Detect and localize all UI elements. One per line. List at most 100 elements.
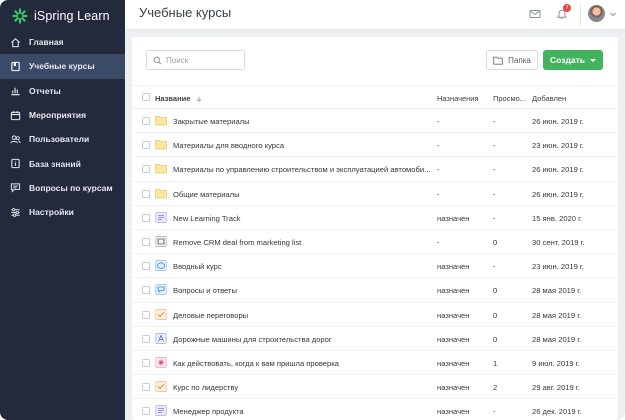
- sidebar-item-label: Главная: [29, 37, 64, 48]
- row-views: -: [493, 407, 496, 417]
- table-row[interactable]: Деловые переговоры назначен 0 28 мая 201…: [132, 303, 618, 327]
- row-name[interactable]: Remove CRM deal from marketing list: [173, 238, 435, 247]
- column-assignments[interactable]: Назначения: [437, 94, 479, 103]
- column-views[interactable]: Просмо...: [493, 94, 526, 103]
- table-row[interactable]: Вводный курс назначен - 23 июн. 2019 г.: [132, 254, 618, 279]
- row-assignment: назначен: [437, 310, 470, 320]
- table-row[interactable]: Общие материалы - - 26 июн. 2019 г.: [132, 182, 618, 206]
- row-date: 29 авг. 2019 г.: [532, 383, 580, 393]
- create-button[interactable]: Создать: [543, 50, 603, 70]
- row-date: 9 июл. 2019 г.: [532, 358, 580, 368]
- table-row[interactable]: Курс по лидерству назначен 2 29 авг. 201…: [132, 375, 618, 400]
- column-name[interactable]: Название: [155, 94, 202, 103]
- row-date: 26 июн. 2019 г.: [532, 165, 584, 175]
- column-added[interactable]: Добавлен: [532, 94, 566, 103]
- table-row[interactable]: Remove CRM deal from marketing list - 0 …: [132, 230, 618, 255]
- table-row[interactable]: Закрытые материалы - - 26 июн. 2019 г.: [132, 109, 618, 134]
- row-name[interactable]: Материалы по управлению строительством и…: [173, 165, 435, 174]
- row-checkbox[interactable]: [142, 213, 150, 222]
- row-name[interactable]: Курс по лидерству: [173, 383, 435, 392]
- sidebar-item-label: Пользователи: [29, 134, 90, 145]
- document-icon: [155, 332, 167, 344]
- folder-icon: [155, 140, 167, 150]
- avatar[interactable]: [588, 5, 605, 22]
- search-input[interactable]: [166, 55, 241, 65]
- app-window: iSpring Learn Главная Учебные курсы Отче…: [0, 0, 625, 420]
- table-row[interactable]: New Learning Track назначен - 15 янв. 20…: [132, 206, 618, 230]
- row-checkbox[interactable]: [142, 237, 150, 246]
- create-button-label: Создать: [550, 55, 585, 65]
- row-checkbox[interactable]: [142, 383, 150, 392]
- row-name[interactable]: Деловые переговоры: [173, 311, 435, 320]
- row-views: -: [493, 141, 496, 151]
- sidebar-item-settings[interactable]: Настройки: [0, 200, 125, 224]
- chat-icon: [10, 182, 21, 194]
- row-name[interactable]: Материалы для вводного курса: [173, 141, 435, 150]
- sidebar-item-label: Мероприятия: [29, 110, 87, 121]
- table-row[interactable]: Как действовать, когда к вам пришла пров…: [132, 351, 618, 376]
- course-list: Закрытые материалы - - 26 июн. 2019 г. М…: [132, 109, 618, 420]
- row-checkbox[interactable]: [142, 262, 150, 271]
- sidebar-item-course-questions[interactable]: Вопросы по курсам: [0, 176, 125, 200]
- row-checkbox[interactable]: [142, 407, 150, 416]
- row-assignment: -: [437, 141, 440, 151]
- row-assignment: назначен: [437, 262, 470, 272]
- table-row[interactable]: Материалы для вводного курса - - 23 июн.…: [132, 133, 618, 158]
- quiz-icon: [155, 308, 167, 320]
- row-assignment: назначен: [437, 407, 470, 417]
- row-views: 0: [493, 310, 498, 320]
- chevron-down-icon[interactable]: [609, 10, 617, 18]
- sidebar-item-users[interactable]: Пользователи: [0, 127, 125, 151]
- sidebar-item-courses[interactable]: Учебные курсы: [0, 54, 125, 79]
- sidebar-item-label: Настройки: [29, 207, 74, 218]
- row-name[interactable]: New Learning Track: [173, 214, 435, 223]
- row-name[interactable]: Как действовать, когда к вам пришла пров…: [173, 359, 435, 368]
- row-name[interactable]: Менеджер продукта: [173, 407, 435, 416]
- table-row[interactable]: Дорожные машины для строительства дорог …: [132, 327, 618, 351]
- folder-icon: [155, 164, 167, 174]
- row-assignment: -: [437, 189, 440, 199]
- row-name[interactable]: Общие материалы: [173, 190, 435, 199]
- qa-icon: [155, 284, 167, 296]
- sidebar-item-knowledge-base[interactable]: База знаний: [0, 151, 125, 175]
- sidebar-item-events[interactable]: Мероприятия: [0, 103, 125, 127]
- sidebar-item-reports[interactable]: Отчеты: [0, 79, 125, 103]
- page-title: Учебные курсы: [139, 5, 232, 20]
- select-all-checkbox[interactable]: [142, 93, 150, 101]
- logo[interactable]: iSpring Learn: [12, 7, 110, 25]
- ispring-logo-icon: [12, 8, 28, 24]
- row-date: 23 июн. 2019 г.: [532, 141, 584, 151]
- table-row[interactable]: Менеджер продукта назначен - 26 дек. 201…: [132, 399, 618, 420]
- search-box[interactable]: [146, 50, 245, 70]
- new-folder-button[interactable]: Папка: [486, 50, 538, 70]
- sidebar-item-label: Учебные курсы: [29, 61, 95, 72]
- folder-icon: [155, 188, 167, 198]
- row-assignment: назначен: [437, 286, 470, 296]
- sidebar-item-label: База знаний: [29, 158, 81, 169]
- row-checkbox[interactable]: [142, 117, 150, 125]
- row-name[interactable]: Вводный курс: [173, 262, 435, 271]
- brand-name: iSpring Learn: [34, 9, 110, 23]
- row-views: 0: [493, 334, 498, 344]
- table-row[interactable]: Вопросы и ответы назначен 0 28 мая 2019 …: [132, 278, 618, 303]
- row-assignment: назначен: [437, 334, 470, 344]
- row-views: -: [493, 262, 496, 272]
- table-row[interactable]: Материалы по управлению строительством и…: [132, 157, 618, 182]
- row-checkbox[interactable]: [142, 358, 150, 367]
- row-date: 15 янв. 2020 г.: [532, 213, 583, 223]
- learning-track-icon: [155, 405, 167, 417]
- bar-chart-icon: [10, 85, 21, 96]
- row-checkbox[interactable]: [142, 286, 150, 295]
- row-checkbox[interactable]: [142, 310, 150, 319]
- mail-icon[interactable]: [529, 8, 541, 20]
- row-name[interactable]: Закрытые материалы: [173, 117, 435, 126]
- row-checkbox[interactable]: [142, 165, 150, 174]
- row-checkbox[interactable]: [142, 189, 150, 198]
- row-name[interactable]: Дорожные машины для строительства дорог: [173, 335, 435, 344]
- row-name[interactable]: Вопросы и ответы: [173, 286, 435, 295]
- folder-icon: [155, 116, 167, 126]
- sidebar-item-home[interactable]: Главная: [0, 30, 125, 54]
- row-checkbox[interactable]: [142, 334, 150, 343]
- home-icon: [10, 37, 21, 48]
- row-checkbox[interactable]: [142, 141, 150, 150]
